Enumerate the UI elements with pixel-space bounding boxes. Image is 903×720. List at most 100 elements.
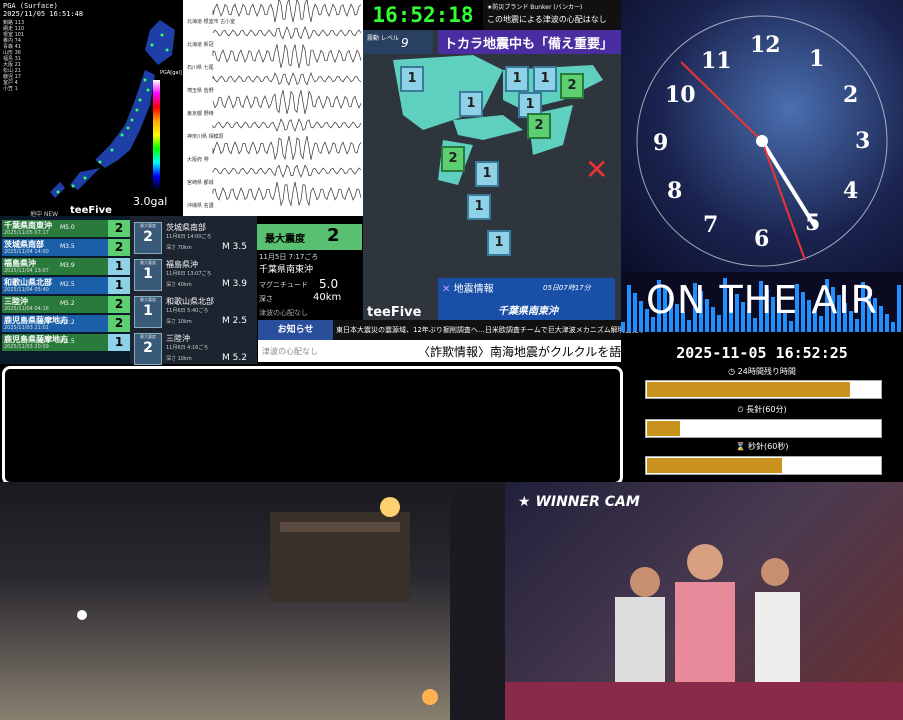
quake-row-mag: M3.9 [60, 262, 75, 269]
ticker-faint: 津波の心配なし [258, 340, 418, 362]
quake-card-name: 三陸沖 [166, 334, 190, 343]
map-intensity: 1 [400, 66, 424, 92]
notice-bar: お知らせ 東日本大震災の震源域、12年ぶり掘削調査へ…日米欧調査チームで巨大津波… [258, 320, 646, 340]
shake-level-value: 9 [401, 36, 409, 50]
quake-card-time: 11月6日 14:00ごろ [166, 234, 212, 240]
street-scene [77, 482, 505, 720]
max-intensity-time: 11月5日 7:17ごろ [259, 253, 319, 261]
quake-card-intensity-box: 最大震度 1 [134, 259, 162, 291]
quake-row-mag: M5.2 [60, 300, 75, 307]
quake-list-row[interactable]: 和歌山県北部 2025/11/04 05:40 M2.5 1 [2, 277, 130, 294]
map-intensity: 1 [505, 66, 529, 92]
quake-list-row[interactable]: 茨城県南部 2025/11/04 14:00 M3.5 2 [2, 239, 130, 256]
quake-row-mag: M5.0 [60, 224, 75, 231]
clock-number: 8 [667, 178, 683, 204]
quake-row-mag: M2.2 [60, 319, 75, 326]
map-intensity: 2 [527, 113, 551, 139]
seismograph-trace [212, 164, 362, 178]
clock-number: 12 [750, 32, 781, 58]
quake-row-intensity: 2 [108, 296, 130, 313]
on-air-text: ON THE AIR [646, 278, 878, 322]
seismograph-station-label: 埼玉県 皆野 [187, 88, 214, 94]
quake-row-mag: M3.5 [60, 243, 75, 250]
quake-card-depth: 深さ 70km [166, 245, 192, 251]
map-intensity: 1 [487, 230, 511, 256]
ticker-faint-text: 津波の心配なし [262, 347, 318, 356]
headline-text: トカラ地震中も「備え重要」 [444, 37, 614, 52]
headline-banner: トカラ地震中も「備え重要」 [438, 30, 621, 54]
quake-row-time: 2025/11/04 13:07 [4, 268, 49, 274]
max-intensity-label: 最大震度 [265, 234, 305, 245]
quake-card-intensity-box: 最大震度 1 [134, 296, 162, 328]
progress-bar [645, 456, 882, 475]
quake-row-time: 2025/11/04 14:00 [4, 249, 49, 255]
pga-scale-label: PGA[gal] [160, 70, 182, 76]
analog-clock-panel: 12 1 2 3 4 5 6 7 8 9 10 11 [621, 0, 903, 272]
quake-card-depth: 深さ 40km [166, 282, 192, 288]
seismograph-trace [212, 72, 362, 86]
map-logo: teeFive [367, 305, 422, 320]
clock-number: 9 [653, 130, 669, 156]
pga-map-panel: PGA (Surface) 2025/11/05 16:51:48 釧路 113… [0, 0, 184, 216]
shake-level-label: 震動 レベル [367, 35, 399, 42]
seismograph-trace [212, 43, 362, 69]
street-camera-feed [0, 482, 505, 720]
clock-number: 3 [855, 128, 871, 154]
quake-list-row[interactable]: 鹿児島県薩摩地方 2025/11/03 20:09 M1.5 1 [2, 334, 130, 351]
clock-number: 6 [754, 226, 770, 252]
max-intensity-value: 2 [327, 225, 340, 246]
seismograph-station-label: 北海道 根室市 古小室 [187, 19, 236, 25]
teefive-logo: teeFive [70, 205, 112, 216]
quake-info-location: 千葉県南東沖 [498, 306, 558, 317]
crowd-scene [505, 544, 903, 720]
on-air-panel: ON THE AIR [621, 272, 903, 332]
progress-fill [647, 382, 850, 397]
quake-row-intensity: 2 [108, 220, 130, 237]
visualizer-bar [891, 322, 895, 332]
quake-list-row[interactable]: 鹿児島県薩摩地方 2025/11/03 21:01 M2.2 2 [2, 315, 130, 332]
quake-info-title-text: 地震情報 [453, 284, 494, 295]
seismograph-trace [212, 0, 362, 23]
map-intensity: 1 [459, 91, 483, 117]
quake-card-mag: M 5.2 [222, 353, 247, 363]
quake-card[interactable]: 最大震度 1 福島県沖 11月6日 13:07ごろ 深さ 40km M 3.9 [132, 257, 255, 292]
quake-card-name: 福島県沖 [166, 260, 198, 269]
seismograph-station-label: 北海道 新冠 [187, 42, 214, 48]
max-intensity-panel: 最大震度 2 11月5日 7:17ごろ 千葉県南東沖 マグニチュード 5.0 深… [257, 216, 362, 321]
mag-value: 5.0 [319, 277, 339, 291]
seismograph-station-label: 大阪府 堺 [187, 157, 209, 163]
quake-list-row[interactable]: 三陸沖 2025/11/04 04:16 M5.2 2 [2, 296, 130, 313]
pga-station-list: 釧路 113 網走 110 根室 101 稚内 74 青森 41 山形 36 福島 31 大阪… [3, 20, 24, 92]
progress-label: ⌛ 秒針(60秒) [735, 442, 789, 451]
close-x-icon: ✕ [442, 284, 451, 295]
quake-card[interactable]: 最大震度 2 茨城県南部 11月6日 14:00ごろ 深さ 70km M 3.5 [132, 220, 255, 255]
quake-row-time: 2025/11/04 04:16 [4, 306, 49, 312]
quake-info-box: ✕ 地震情報 05日07時17分 千葉県南東沖 [438, 278, 615, 320]
top-clock: 16:52:18 [363, 0, 483, 30]
quake-card[interactable]: 最大震度 2 三陸沖 11月6日 4:16ごろ 深さ 10km M 5.2 [132, 331, 255, 366]
max-intensity-location: 千葉県南東沖 [259, 265, 314, 275]
seismograph-trace [212, 118, 362, 132]
quake-card-time: 11月6日 13:07ごろ [166, 271, 212, 277]
quake-row-mag: M1.5 [60, 338, 75, 345]
quake-card[interactable]: 最大震度 1 和歌山県北部 11月6日 5:40ごろ 深さ 10km M 2.5 [132, 294, 255, 329]
seismograph-trace [212, 135, 362, 161]
quake-card-time: 11月6日 4:16ごろ [166, 345, 209, 351]
quake-card-intensity: 1 [143, 266, 153, 282]
clock-number: 11 [701, 48, 732, 74]
epicenter-mark-icon: ✕ [585, 153, 609, 186]
map-intensity: 1 [467, 194, 491, 220]
map-intensity: 1 [475, 161, 499, 187]
quake-row-intensity: 1 [108, 277, 130, 294]
quake-list-row[interactable]: 福島県沖 2025/11/04 13:07 M3.9 1 [2, 258, 130, 275]
quake-list-row[interactable]: 千葉県南東沖 2025/11/05 07:17 M5.0 2 [2, 220, 130, 237]
notice-label: お知らせ [258, 320, 333, 340]
max-intensity-header: 最大震度 2 [257, 224, 362, 250]
quake-card-mag: M 3.9 [222, 279, 247, 289]
quake-list: 千葉県南東沖 2025/11/05 07:17 M5.0 2 茨城県南部 2025… [0, 216, 130, 364]
seismograph-station-label: 石川県 七尾 [187, 65, 214, 71]
winner-camera-feed [505, 482, 903, 720]
quake-card-mag: M 2.5 [222, 316, 247, 326]
winner-cam-label: ★ WINNER CAM [518, 494, 640, 510]
quake-row-mag: M2.5 [60, 281, 75, 288]
